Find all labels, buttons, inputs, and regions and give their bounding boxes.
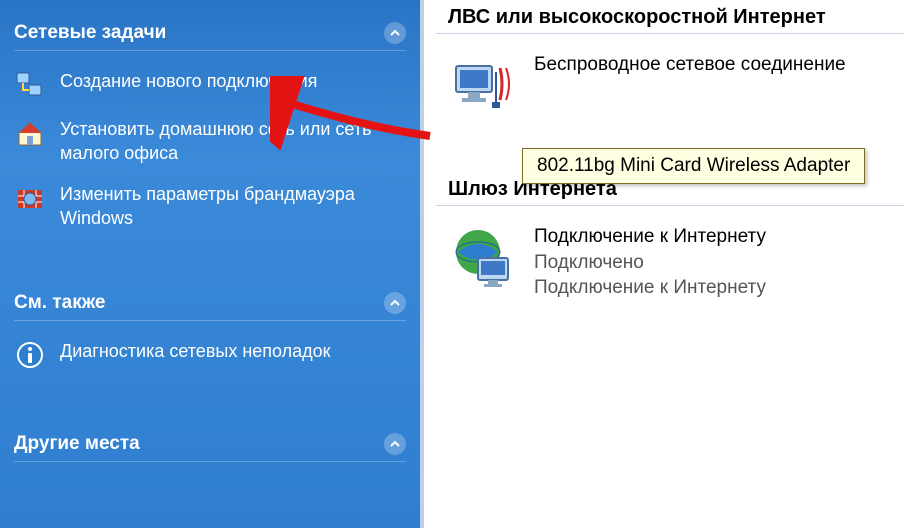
connection-text: Подключение к Интернету Подключено Подкл…: [534, 224, 904, 301]
task-setup-home-network[interactable]: Установить домашнюю сеть или сеть малого…: [14, 109, 406, 174]
connections-content: ЛВС или высокоскоростной Интернет Беспро…: [420, 0, 916, 528]
task-label: Изменить параметры брандмауэра Windows: [60, 182, 406, 231]
group-header-lan: ЛВС или высокоскоростной Интернет: [436, 0, 904, 34]
panel-title: Сетевые задачи: [14, 22, 166, 44]
connection-subtitle: Подключение к Интернету: [534, 275, 904, 301]
connection-wireless[interactable]: Беспроводное сетевое соединение: [424, 40, 916, 134]
panel-header-see-also[interactable]: См. также: [14, 270, 406, 321]
panel-network-tasks: Сетевые задачи Создание нового подключен…: [0, 0, 420, 250]
connection-title: Подключение к Интернету: [534, 224, 904, 250]
task-list: Диагностика сетевых неполадок: [14, 321, 406, 391]
task-label: Диагностика сетевых неполадок: [60, 339, 406, 363]
tasks-sidebar: Сетевые задачи Создание нового подключен…: [0, 0, 420, 528]
wireless-connection-icon: [448, 52, 518, 122]
connection-status: Подключено: [534, 250, 904, 276]
task-network-diagnostics[interactable]: Диагностика сетевых неполадок: [14, 331, 406, 379]
info-icon: [14, 339, 46, 371]
collapse-icon[interactable]: [384, 433, 406, 455]
task-list: Создание нового подключения Установить д…: [14, 51, 406, 250]
connection-text: Беспроводное сетевое соединение: [534, 52, 904, 78]
home-network-icon: [14, 117, 46, 149]
connection-internet-gateway[interactable]: Подключение к Интернету Подключено Подкл…: [424, 212, 916, 313]
panel-title: См. также: [14, 292, 106, 314]
panel-see-also: См. также Диагностика сетевых неполадок: [0, 270, 420, 391]
panel-other-places: Другие места: [0, 411, 420, 462]
panel-header-other-places[interactable]: Другие места: [14, 411, 406, 462]
collapse-icon[interactable]: [384, 22, 406, 44]
firewall-icon: [14, 182, 46, 214]
task-create-new-connection[interactable]: Создание нового подключения: [14, 61, 406, 109]
connection-title: Беспроводное сетевое соединение: [534, 52, 904, 78]
collapse-icon[interactable]: [384, 292, 406, 314]
network-wizard-icon: [14, 69, 46, 101]
panel-title: Другие места: [14, 433, 140, 455]
task-label: Установить домашнюю сеть или сеть малого…: [60, 117, 406, 166]
task-change-firewall[interactable]: Изменить параметры брандмауэра Windows: [14, 174, 406, 239]
tooltip-adapter-name: 802.11bg Mini Card Wireless Adapter: [522, 148, 865, 184]
internet-gateway-icon: [448, 224, 518, 294]
task-label: Создание нового подключения: [60, 69, 406, 93]
panel-header-network-tasks[interactable]: Сетевые задачи: [14, 0, 406, 51]
